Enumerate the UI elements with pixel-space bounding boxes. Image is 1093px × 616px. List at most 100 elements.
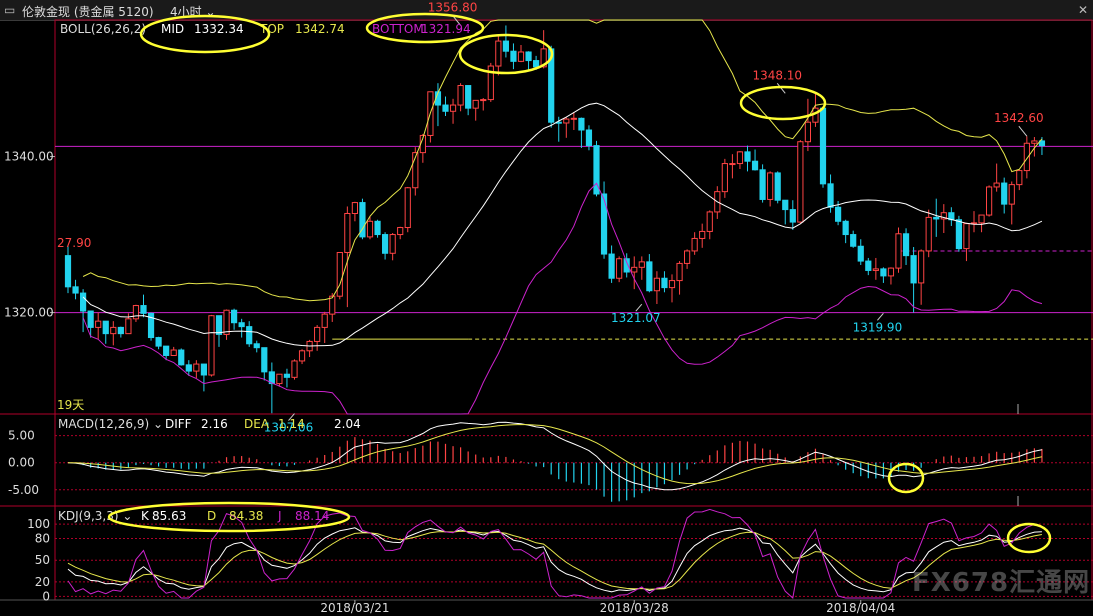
x-tick-label: 2018/03/21 xyxy=(320,601,389,615)
candle-down xyxy=(819,107,827,185)
candle-up xyxy=(986,186,993,216)
candle-up xyxy=(517,51,525,62)
candle-up xyxy=(298,350,306,362)
boll-legend-text: BOLL(26,26,2) xyxy=(60,22,146,36)
y-tick-label: 1320.00 xyxy=(4,306,54,320)
candle-down xyxy=(510,50,517,62)
candle-down xyxy=(880,268,887,277)
candle-down xyxy=(842,220,849,236)
price-annotation: 1348.10 xyxy=(752,68,802,82)
candle-up xyxy=(223,309,230,335)
candle-down xyxy=(782,199,789,211)
candle-up xyxy=(729,163,736,166)
candle-up xyxy=(676,262,683,282)
candle-down xyxy=(87,310,94,328)
candle-down xyxy=(231,309,238,324)
candle-down xyxy=(850,234,857,247)
candle-down xyxy=(261,347,268,373)
macd-diff-line xyxy=(67,421,1042,491)
candle-down xyxy=(163,345,170,356)
candle-up xyxy=(480,99,487,102)
candle-up xyxy=(193,363,200,372)
candle-down xyxy=(382,234,389,254)
candle-down xyxy=(1001,182,1008,205)
candle-down xyxy=(502,40,509,52)
candle-down xyxy=(64,255,72,288)
candle-up xyxy=(276,373,283,385)
kdj-legend-text: 88.14 xyxy=(295,509,329,523)
candle-down xyxy=(646,261,653,292)
candle-up xyxy=(397,227,404,236)
annotation-pointer xyxy=(635,303,643,312)
candle-down xyxy=(600,193,608,255)
candle-up xyxy=(699,230,706,239)
macd-dea-line xyxy=(67,423,1043,485)
candle-up xyxy=(963,223,970,250)
candle-down xyxy=(246,326,253,345)
macd-legend-text: DIFF xyxy=(165,417,192,431)
candle-down xyxy=(117,326,124,335)
candle-up xyxy=(653,277,660,292)
candle-down xyxy=(155,337,162,347)
candle-up xyxy=(389,234,396,254)
candle-up xyxy=(631,266,638,273)
candle-up xyxy=(472,99,479,109)
kdj-y-tick: 20 xyxy=(35,575,50,589)
candle-down xyxy=(178,349,185,366)
candle-down xyxy=(774,172,781,201)
y-tick-label: 1340.00 xyxy=(4,150,54,164)
kdj-y-tick: 80 xyxy=(35,532,50,546)
price-annotation: 1356.80 xyxy=(428,0,478,14)
candle-down xyxy=(185,364,192,372)
price-annotation: 1342.60 xyxy=(994,111,1044,125)
boll-legend-text: MID xyxy=(161,22,184,36)
candle-down xyxy=(200,363,208,376)
candle-up xyxy=(918,250,925,284)
candle-up xyxy=(804,121,811,143)
candle-up xyxy=(321,313,328,328)
candle-down xyxy=(744,151,751,162)
candle-down xyxy=(374,220,381,236)
candle-up xyxy=(895,233,902,269)
macd-legend-text: 2.16 xyxy=(201,417,228,431)
boll-legend-text: 1321.94 xyxy=(421,22,471,36)
candle-up xyxy=(314,326,321,342)
candle-down xyxy=(789,209,796,223)
candle-up xyxy=(351,202,358,214)
candle-up xyxy=(684,250,691,264)
candle-up xyxy=(925,216,932,252)
candle-up xyxy=(495,40,502,67)
kdj-y-tick: 100 xyxy=(27,517,50,531)
candle-down xyxy=(865,260,872,271)
candle-up xyxy=(721,163,728,193)
annotation-pointer xyxy=(776,83,786,94)
candle-down xyxy=(283,373,291,378)
candle-down xyxy=(102,320,109,335)
candle-up xyxy=(570,117,577,120)
candle-down xyxy=(72,286,79,294)
candle-up xyxy=(706,211,713,232)
candle-up xyxy=(993,182,1000,188)
candle-down xyxy=(442,104,449,112)
x-tick-label: 2018/04/04 xyxy=(826,601,895,615)
kdj-y-tick: 50 xyxy=(35,553,50,567)
highlight-circle xyxy=(739,85,827,121)
macd-legend-text: 2.04 xyxy=(334,417,361,431)
watermark-logo: FX678汇通网 xyxy=(912,568,1091,598)
macd-y-tick: 5.00 xyxy=(8,429,35,443)
candle-down xyxy=(215,315,223,335)
candle-up xyxy=(170,349,177,356)
boll-legend-text: 1332.34 xyxy=(194,22,244,36)
candle-up xyxy=(110,326,117,335)
price-annotation: 1319.90 xyxy=(853,320,903,334)
candle-up xyxy=(404,187,411,229)
candle-up xyxy=(457,85,464,106)
highlight-circle xyxy=(1006,522,1052,554)
candle-down xyxy=(759,169,766,200)
kdj-legend-text: D xyxy=(207,509,216,523)
candle-down xyxy=(80,292,87,312)
chart-canvas: 1340.00 1320.00 1356.80 1348.10 1342.60 1321.… xyxy=(0,0,1093,615)
annotation-pointer xyxy=(877,313,884,321)
boll-legend-text: BOTTOM xyxy=(372,22,424,36)
candle-up xyxy=(208,315,215,376)
